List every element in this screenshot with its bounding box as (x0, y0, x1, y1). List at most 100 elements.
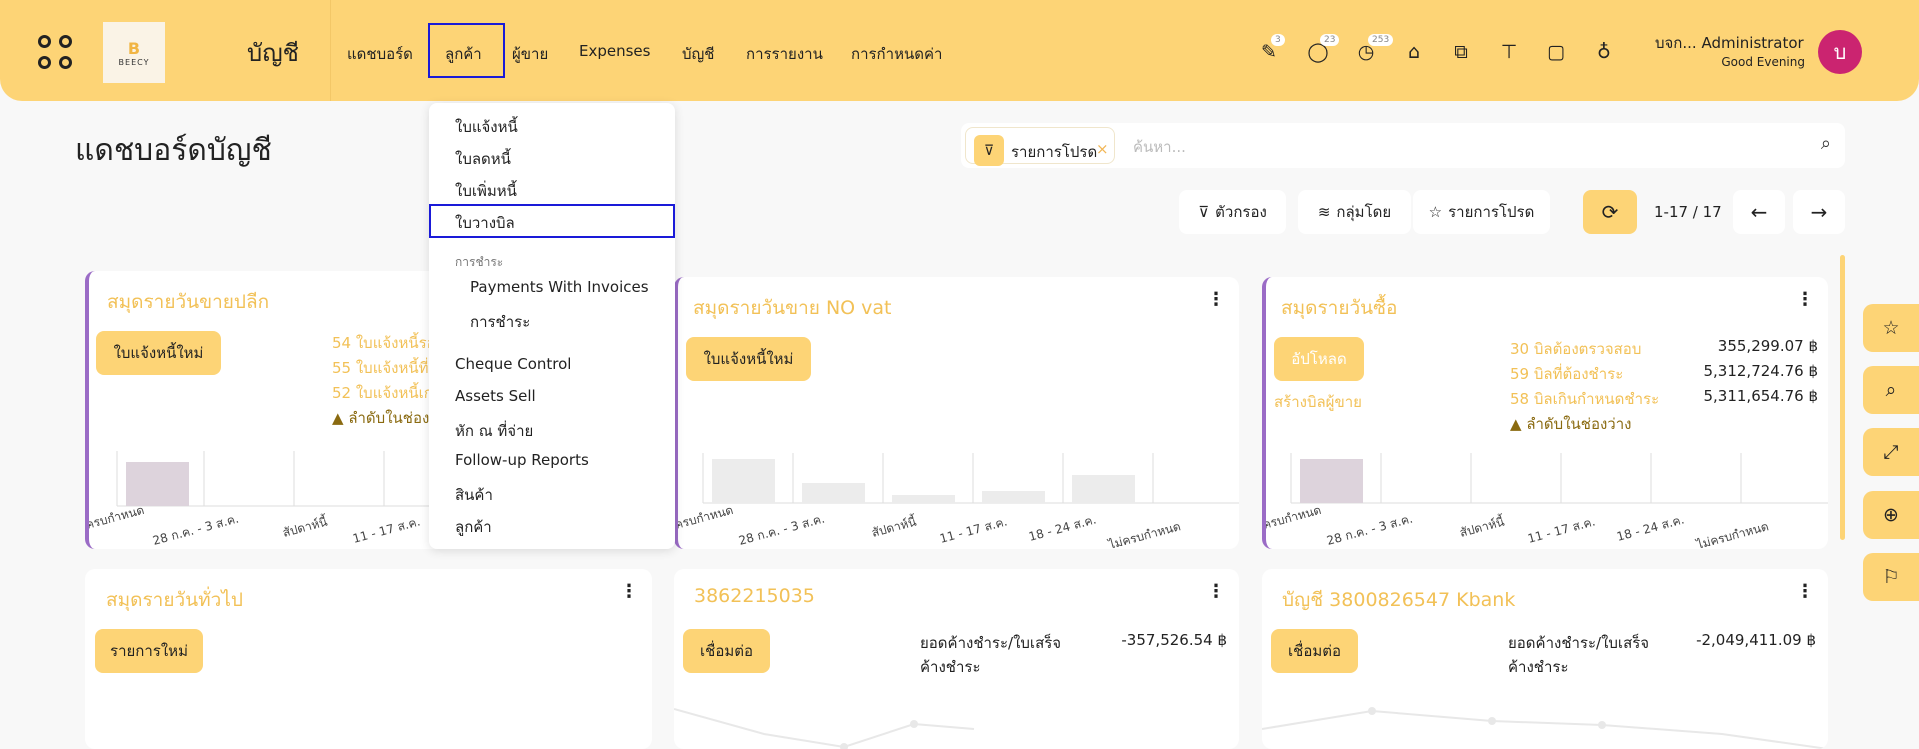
nav-accounting[interactable]: บัญชี (682, 42, 714, 66)
apps-menu-icon[interactable] (38, 35, 74, 71)
menu-item-cheque-control[interactable]: Cheque Control (455, 355, 571, 373)
stat-invoices-2[interactable]: 55 ใบแจ้งหนี้ที่ (332, 356, 429, 380)
note-icon[interactable]: ▢ (1544, 40, 1568, 64)
nav-vendors[interactable]: ผู้ขาย (512, 42, 548, 66)
avatar[interactable]: บ (1818, 30, 1862, 74)
search-input[interactable]: ค้นหา... (1133, 135, 1186, 159)
x-tick-label: สัปดาห์นี้ (1458, 512, 1507, 539)
card-title[interactable]: สมุดรายวันขายปลีก (107, 287, 269, 317)
group-by-button[interactable]: ≋ กลุ่มโดย (1298, 190, 1411, 234)
x-tick-label: 11 - 17 ส.ค. (351, 514, 422, 545)
side-search-button[interactable]: ⌕ (1863, 366, 1919, 414)
bookmark-icon: ⚐ (1882, 566, 1900, 588)
search-facet[interactable]: ⊽ รายการโปรด × (965, 127, 1115, 166)
pager-value[interactable]: 1-17 / 17 (1654, 203, 1722, 221)
connect-button[interactable]: เชื่อมต่อ (683, 629, 770, 673)
kebab-menu-icon[interactable]: ⋮ (1207, 289, 1225, 310)
facet-label: รายการโปรด (1011, 143, 1098, 161)
kebab-menu-icon[interactable]: ⋮ (620, 581, 638, 602)
stat-invoices-1[interactable]: 54 ใบแจ้งหนี้รอ (332, 331, 436, 355)
warning-text: ลำดับในช่อง (348, 409, 430, 427)
balance-label: ยอดค้างชำระ/ใบเสร็จ (1508, 634, 1650, 652)
x-tick-label: 28 ก.ค. - 3 ส.ค. (1325, 511, 1414, 547)
x-tick-label: ครบกำหนด (1266, 503, 1323, 532)
menu-item-products[interactable]: สินค้า (455, 483, 493, 507)
menu-item-withholding-tax[interactable]: หัก ณ ที่จ่าย (455, 419, 533, 443)
balance-series-line (1262, 709, 1828, 749)
edit-icon[interactable]: ✎ 3 (1257, 34, 1285, 64)
content-scrollbar[interactable] (1840, 255, 1845, 540)
menu-item-credit-notes[interactable]: ใบลดหนี้ (455, 147, 511, 171)
paint-icon[interactable]: ⊤ (1497, 40, 1521, 64)
card-title[interactable]: บัญชี 3800826547 Kbank (1282, 585, 1515, 615)
customers-dropdown-menu: ใบแจ้งหนี้ ใบลดหนี้ ใบเพิ่มหนี้ ใบวางบิล… (429, 103, 675, 549)
upload-button[interactable]: อัปโหลด (1274, 337, 1364, 381)
menu-item-assets-sell[interactable]: Assets Sell (455, 387, 536, 405)
create-vendor-bill-link[interactable]: สร้างบิลผู้ขาย (1274, 390, 1362, 414)
side-zoom-button[interactable]: ⊕ (1863, 491, 1919, 539)
menu-item-follow-up-reports[interactable]: Follow-up Reports (455, 451, 589, 469)
nav-reporting[interactable]: การรายงาน (746, 42, 823, 66)
kebab-menu-icon[interactable]: ⋮ (1796, 289, 1814, 310)
bar-week-4 (1072, 475, 1135, 503)
search-icon: ⌕ (1885, 379, 1897, 401)
search-bar[interactable]: ⊽ รายการโปรด × ค้นหา... ⌕ (961, 123, 1845, 168)
star-icon: ☆ (1428, 203, 1443, 221)
connect-button[interactable]: เชื่อมต่อ (1271, 629, 1358, 673)
value-bills-late: 5,311,654.76 ฿ (1703, 387, 1818, 405)
pager-next-button[interactable]: → (1793, 190, 1845, 234)
idea-icon[interactable]: ♁ (1592, 40, 1616, 64)
card-general-journal: สมุดรายวันทั่วไป ⋮ รายการใหม่ (85, 569, 652, 749)
new-invoice-button[interactable]: ใบแจ้งหนี้ใหม่ (686, 337, 811, 381)
new-entry-button[interactable]: รายการใหม่ (95, 629, 203, 673)
menu-item-invoices[interactable]: ใบแจ้งหนี้ (455, 115, 518, 139)
pager-previous-button[interactable]: ← (1733, 190, 1785, 234)
card-bank-kbank: บัญชี 3800826547 Kbank ⋮ เชื่อมต่อ ยอดค้… (1262, 569, 1828, 749)
company-logo[interactable]: B BEECY (103, 22, 165, 83)
warning-gaps[interactable]: ▲ ลำดับในช่องว่าง (1510, 412, 1631, 436)
nav-expenses[interactable]: Expenses (579, 42, 650, 60)
filters-button[interactable]: ⊽ ตัวกรอง (1179, 190, 1286, 234)
menu-item-debit-notes[interactable]: ใบเพิ่มหนี้ (455, 179, 517, 203)
expand-icon: ⤢ (1883, 441, 1899, 463)
aging-chart: ครบกำหนด 28 ก.ค. - 3 ส.ค. สัปดาห์นี้ 11 … (678, 453, 1239, 549)
stat-invoices-3[interactable]: 52 ใบแจ้งหนี้เก (332, 381, 433, 405)
kebab-menu-icon[interactable]: ⋮ (1207, 581, 1225, 602)
top-bar: B BEECY บัญชี แดชบอร์ด ลูกค้า ผู้ขาย Exp… (0, 0, 1919, 101)
nav-dashboard[interactable]: แดชบอร์ด (347, 42, 413, 66)
clock-icon[interactable]: ◷ 253 (1354, 34, 1394, 64)
user-name[interactable]: บจก... Administrator (1655, 31, 1804, 55)
card-title[interactable]: สมุดรายวันขาย NO vat (693, 293, 892, 323)
side-favorite-button[interactable]: ☆ (1863, 304, 1919, 352)
chat-icon[interactable]: ◯ 23 (1306, 34, 1340, 64)
bar-overdue (1300, 459, 1363, 503)
refresh-button[interactable]: ⟳ (1583, 190, 1637, 234)
side-bookmark-button[interactable]: ⚐ (1863, 553, 1919, 601)
facet-remove-icon[interactable]: × (1096, 140, 1109, 158)
card-bank-3862215035: 3862215035 ⋮ เชื่อมต่อ ยอดค้างชำระ/ใบเสร… (674, 569, 1239, 749)
arrow-left-icon: ← (1750, 200, 1768, 224)
nav-configuration[interactable]: การกำหนดค่า (851, 42, 942, 66)
warning-gaps[interactable]: ▲ ลำดับในช่อง (332, 406, 429, 430)
logo-text: BEECY (118, 57, 150, 67)
card-title[interactable]: 3862215035 (694, 585, 815, 607)
card-purchase-journal: สมุดรายวันซื้อ ⋮ อัปโหลด สร้างบิลผู้ขาย … (1262, 277, 1828, 549)
app-title[interactable]: บัญชี (247, 33, 299, 72)
stat-bills-late[interactable]: 58 บิลเกินกำหนดชำระ (1510, 387, 1659, 411)
x-tick-label: 28 ก.ค. - 3 ส.ค. (151, 511, 240, 547)
kebab-menu-icon[interactable]: ⋮ (1796, 581, 1814, 602)
favorites-button[interactable]: ☆ รายการโปรด (1413, 190, 1550, 234)
side-expand-button[interactable]: ⤢ (1863, 428, 1919, 476)
search-icon[interactable]: ⌕ (1821, 133, 1831, 154)
menu-item-payments[interactable]: การชำระ (470, 310, 530, 334)
menu-item-payments-with-invoices[interactable]: Payments With Invoices (470, 278, 649, 296)
stat-bills-to-validate[interactable]: 30 บิลต้องตรวจสอบ (1510, 337, 1641, 361)
card-title[interactable]: สมุดรายวันซื้อ (1281, 293, 1397, 323)
code-icon[interactable]: ⧉ (1449, 40, 1473, 64)
x-tick-label: สัปดาห์นี้ (281, 512, 330, 539)
new-invoice-button[interactable]: ใบแจ้งหนี้ใหม่ (96, 331, 221, 375)
card-title[interactable]: สมุดรายวันทั่วไป (106, 585, 243, 615)
stat-bills-to-pay[interactable]: 59 บิลที่ต้องชำระ (1510, 362, 1623, 386)
menu-item-customers[interactable]: ลูกค้า (455, 515, 492, 539)
bank-icon[interactable]: ⌂ (1402, 40, 1426, 64)
